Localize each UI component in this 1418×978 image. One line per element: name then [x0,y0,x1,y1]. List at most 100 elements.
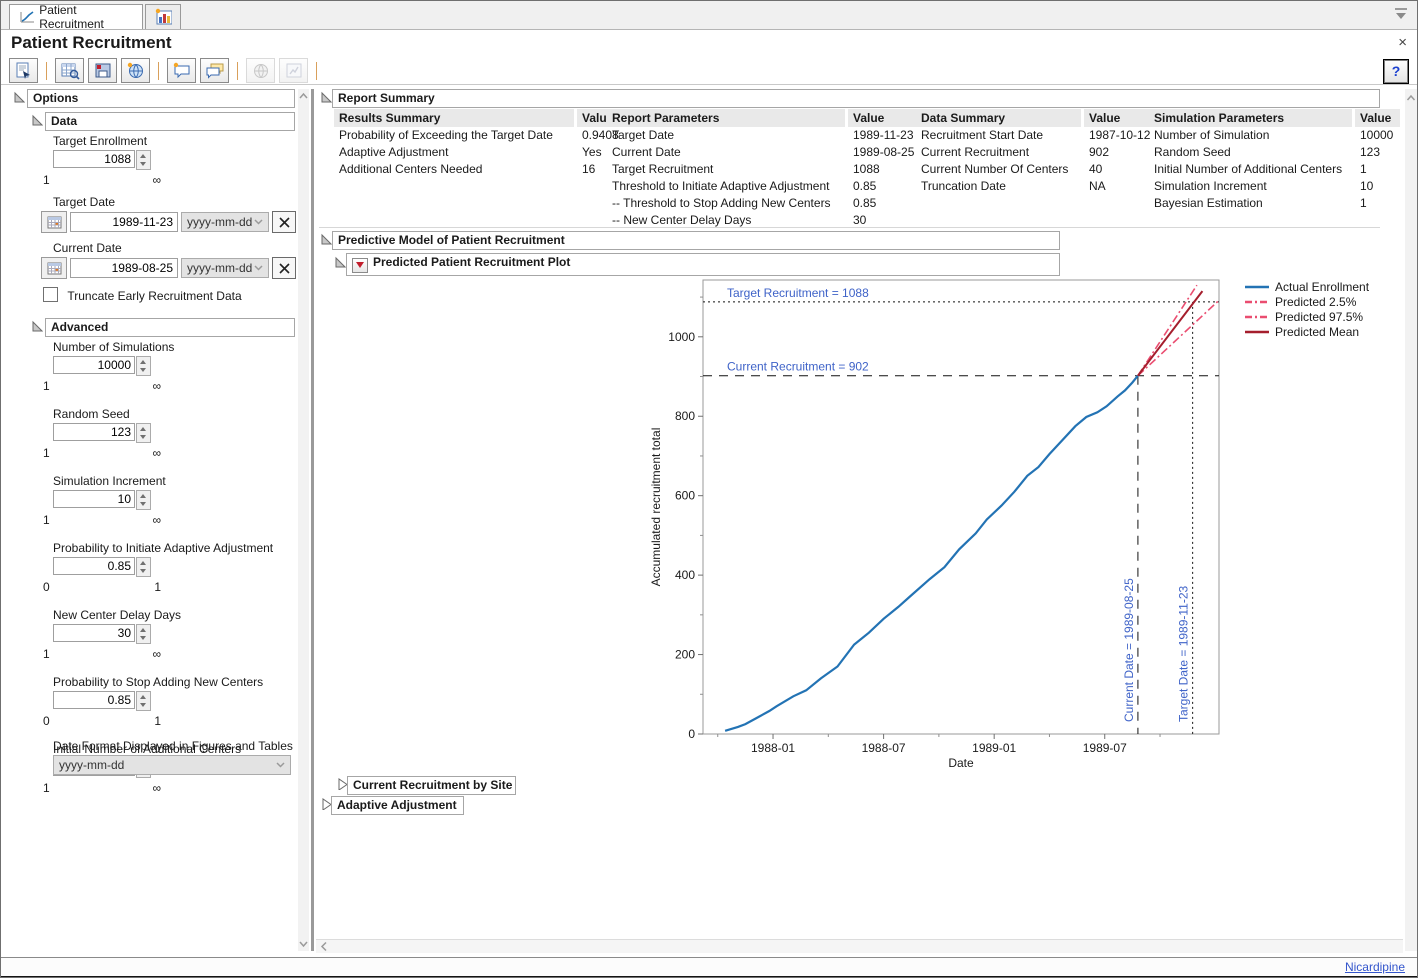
legend-line-sample [1244,327,1270,337]
table-cell: Probability of Exceeding the Target Date [334,127,574,144]
calendar-icon[interactable] [41,211,67,233]
adaptive-adjustment-header[interactable]: Adaptive Adjustment [331,796,464,815]
data-filter-icon[interactable] [1393,7,1409,21]
disclosure-open-icon[interactable] [31,320,43,332]
new-note-icon[interactable] [167,58,196,83]
scroll-up-icon[interactable] [298,91,309,101]
table-cell: 10000 [1355,127,1400,144]
chart-legend: Actual EnrollmentPredicted 2.5%Predicted… [1244,279,1369,339]
target-date-input[interactable] [70,212,178,232]
report-scrollbar[interactable] [1405,89,1417,951]
app-window: Patient Recruitment Patient Recruitment … [0,0,1418,978]
pane-splitter[interactable] [311,89,314,951]
spinner[interactable] [136,691,151,711]
report-summary-header[interactable]: Report Summary [332,89,1380,108]
run-script-icon[interactable] [9,58,38,83]
table-row: Additional Centers Needed16 [334,161,633,178]
number-input[interactable] [53,423,135,441]
checkbox-unchecked[interactable] [43,287,58,302]
spinner[interactable] [136,624,151,644]
legend-label: Predicted Mean [1275,325,1359,339]
table-header-cell: Value [1355,109,1400,127]
plot-svg[interactable]: 020040060080010001988-011988-071989-0119… [646,273,1236,773]
table-cell: Random Seed [1149,144,1352,161]
current-date-input[interactable] [70,258,178,278]
tab-report-builder[interactable] [145,4,181,29]
data-table-link[interactable]: Nicardipine [1345,960,1405,974]
summary-table: Results SummaryValueProbability of Excee… [331,109,636,178]
spinner[interactable] [136,557,151,577]
spinner[interactable] [136,356,151,376]
scroll-up-icon[interactable] [1405,93,1417,103]
data-table-icon[interactable] [55,58,84,83]
scroll-left-icon[interactable] [319,940,329,953]
numeric-field: Probability to Stop Adding New Centers01 [53,675,273,728]
date-format-dropdown[interactable]: yyyy-mm-dd [181,212,269,232]
min-label: 1 [43,446,50,460]
field-label: Number of Simulations [53,340,273,354]
plot-area[interactable] [703,280,1219,734]
x-icon [279,263,290,274]
spinner[interactable] [136,423,151,443]
save-table-icon[interactable] [88,58,117,83]
min-label: 1 [43,781,50,795]
table-row: Target Date1989-11-23 [607,127,932,144]
tab-patient-recruitment[interactable]: Patient Recruitment [9,4,143,29]
number-input[interactable] [53,624,135,642]
report-hscrollbar[interactable] [316,939,1403,953]
disclosure-open-icon[interactable] [13,91,25,103]
disclosure-open-icon[interactable] [320,91,332,103]
spinner[interactable] [136,490,151,510]
target-date-label: Target Date = 1989-11-23 [1177,585,1191,722]
disclosure-open-icon[interactable] [320,233,332,245]
legend-line-sample [1244,297,1270,307]
red-triangle-menu-icon[interactable] [352,258,368,273]
legend-item: Predicted Mean [1244,324,1369,339]
number-input[interactable] [53,490,135,508]
help-button[interactable]: ? [1384,60,1408,83]
table-row: Target Recruitment1088 [607,161,932,178]
spinner[interactable] [136,150,151,170]
clear-date-button[interactable] [272,211,296,233]
recruitment-by-site-header[interactable]: Current Recruitment by Site [347,776,516,795]
data-section-header[interactable]: Data [45,112,295,131]
recruitment-chart[interactable]: 020040060080010001988-011988-071989-0119… [646,273,1236,776]
number-input[interactable] [53,356,135,374]
table-cell: Target Recruitment [607,161,845,178]
publish-globe-icon[interactable] [121,58,150,83]
field-label: Target Date [53,195,296,209]
clear-date-button[interactable] [272,257,296,279]
predictive-model-header[interactable]: Predictive Model of Patient Recruitment [332,231,1060,250]
sidebar-scrollbar[interactable] [298,89,309,951]
globe-icon-disabled [246,58,275,83]
y-tick-label: 1000 [668,330,695,344]
toolbar-separator [158,62,159,80]
number-input[interactable] [53,557,135,575]
disclosure-open-icon[interactable] [334,256,346,268]
scroll-down-icon[interactable] [298,939,309,949]
table-row: Probability of Exceeding the Target Date… [334,127,633,144]
table-row: Number of Simulation10000 [1149,127,1400,144]
table-cell: 10 [1355,178,1400,195]
field-label: Target Enrollment [53,134,161,148]
line-chart-icon [18,10,34,24]
min-label: 0 [43,714,50,728]
calendar-icon[interactable] [41,257,67,279]
min-label: 0 [43,580,50,594]
advanced-section-header[interactable]: Advanced [45,318,295,337]
disclosure-open-icon[interactable] [31,114,43,126]
options-panel: Options Data Target Enrollment 1∞ Target… [9,89,297,951]
x-icon [279,217,290,228]
date-format-dropdown[interactable]: yyyy-mm-dd [181,258,269,278]
tab-bar: Patient Recruitment [1,1,1417,30]
notes-icon[interactable] [200,58,229,83]
x-tick-label: 1989-07 [1083,741,1127,755]
number-input[interactable] [53,691,135,709]
close-icon[interactable]: × [1398,34,1407,51]
x-tick-label: 1988-07 [862,741,906,755]
target-enrollment-input[interactable] [53,150,135,168]
truncate-checkbox-row[interactable]: Truncate Early Recruitment Data [43,287,242,303]
toolbar: ? [1,57,1417,85]
display-date-format-dropdown[interactable]: yyyy-mm-dd [53,755,291,775]
options-header[interactable]: Options [27,89,295,108]
